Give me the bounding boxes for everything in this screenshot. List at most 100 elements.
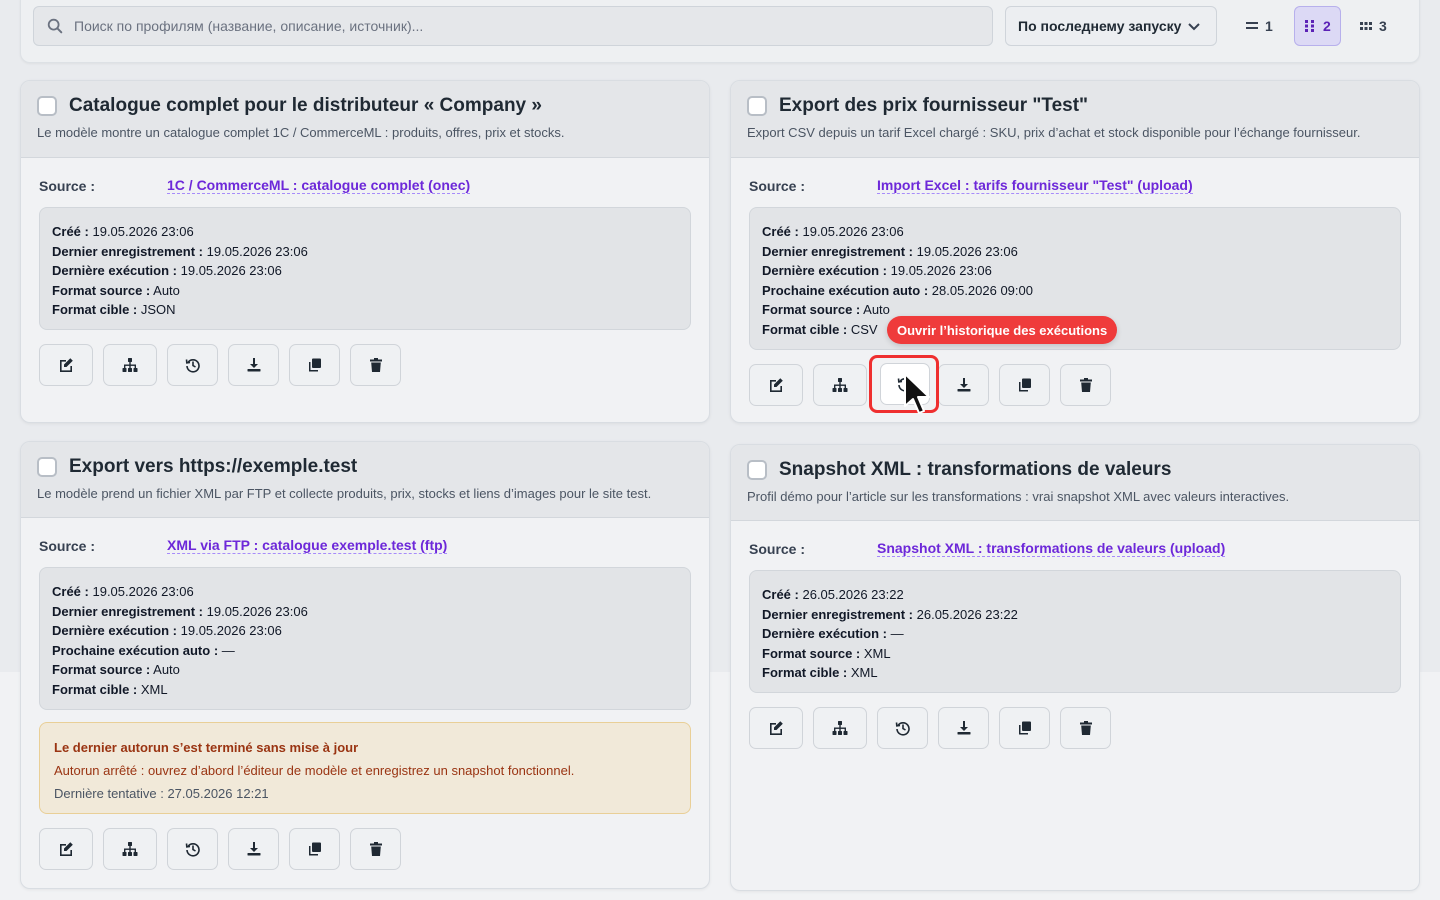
last-saved-row: Dernier enregistrement : 19.05.2026 23:0… — [52, 603, 308, 619]
source-label: Source : — [39, 537, 96, 554]
source-link[interactable]: Import Excel : tarifs fournisseur "Test"… — [877, 177, 1193, 194]
last-run-row: Dernière exécution : — — [762, 626, 904, 642]
copy-icon — [1018, 721, 1031, 735]
duplicate-button[interactable] — [289, 828, 340, 870]
target-format-row: Format cible : JSON — [52, 302, 176, 318]
source-link[interactable]: 1C / CommerceML : catalogue complet (one… — [167, 177, 471, 194]
source-label: Source : — [749, 177, 806, 194]
delete-button[interactable] — [1060, 707, 1111, 749]
edit-icon — [770, 378, 783, 392]
layout-1-column-button[interactable]: 1 — [1237, 6, 1282, 46]
delete-button[interactable] — [1060, 364, 1111, 406]
autorun-warning: Le dernier autorun s’est terminé sans mi… — [39, 722, 691, 814]
card-header: Export des prix fournisseur "Test" Expor… — [731, 81, 1419, 158]
last-run-row: Dernière exécution : 19.05.2026 23:06 — [52, 623, 282, 639]
source-format-row: Format source : Auto — [52, 282, 180, 298]
history-button[interactable] — [167, 828, 218, 870]
last-saved-row: Dernier enregistrement : 26.05.2026 23:2… — [762, 606, 1018, 622]
edit-button[interactable] — [749, 707, 803, 749]
history-button[interactable] — [877, 707, 928, 749]
source-link[interactable]: XML via FTP : catalogue exemple.test (ft… — [167, 537, 448, 554]
download-icon — [247, 842, 260, 856]
source-label: Source : — [749, 540, 806, 557]
download-icon — [247, 358, 260, 372]
source-link[interactable]: Snapshot XML : transformations de valeur… — [877, 540, 1226, 557]
download-button[interactable] — [228, 828, 279, 870]
created-row: Créé : 26.05.2026 23:22 — [762, 587, 904, 602]
profile-card: Export des prix fournisseur "Test" Expor… — [730, 80, 1420, 423]
source-row: Source : Snapshot XML : transformations … — [731, 540, 1419, 557]
profile-card: Catalogue complet pour le distributeur «… — [20, 80, 710, 423]
download-button[interactable] — [228, 344, 279, 386]
card-select-checkbox[interactable] — [37, 96, 57, 116]
card-actions — [731, 364, 1419, 406]
source-row: Source : Import Excel : tarifs fournisse… — [731, 177, 1419, 194]
download-button[interactable] — [938, 707, 989, 749]
history-button[interactable] — [167, 344, 218, 386]
edit-button[interactable] — [749, 364, 803, 406]
card-description: Le modèle montre un catalogue complet 1C… — [37, 125, 565, 140]
card-select-checkbox[interactable] — [747, 460, 767, 480]
list-1-col-icon — [1246, 22, 1258, 29]
card-details: Créé : 19.05.2026 23:06 Dernier enregist… — [39, 207, 691, 330]
copy-icon — [308, 842, 321, 856]
card-select-checkbox[interactable] — [747, 96, 767, 116]
card-header: Export vers https://exemple.test Le modè… — [21, 442, 709, 518]
grid-2-col-icon — [1305, 20, 1314, 32]
card-title: Export des prix fournisseur "Test" — [779, 95, 1089, 116]
history-icon — [895, 722, 910, 736]
created-row: Créé : 19.05.2026 23:06 — [762, 224, 904, 239]
edit-icon — [770, 721, 783, 735]
card-title: Export vers https://exemple.test — [69, 456, 358, 477]
delete-button[interactable] — [350, 344, 401, 386]
sitemap-icon — [122, 842, 138, 856]
structure-button[interactable] — [813, 707, 867, 749]
cursor-icon — [904, 373, 930, 414]
structure-button[interactable] — [103, 344, 157, 386]
edit-button[interactable] — [39, 344, 93, 386]
card-select-checkbox[interactable] — [37, 457, 57, 477]
download-button[interactable] — [938, 364, 989, 406]
sort-select[interactable]: По последнему запуску — [1005, 6, 1217, 46]
duplicate-button[interactable] — [999, 707, 1050, 749]
structure-button[interactable] — [103, 828, 157, 870]
download-icon — [957, 721, 970, 735]
duplicate-button[interactable] — [289, 344, 340, 386]
card-title: Catalogue complet pour le distributeur «… — [69, 95, 542, 116]
layout-2-column-button[interactable]: 2 — [1294, 6, 1341, 46]
structure-button[interactable] — [813, 364, 867, 406]
layout-3-column-button[interactable]: 3 — [1351, 6, 1396, 46]
card-description: Le modèle prend un fichier XML par FTP e… — [37, 486, 652, 501]
profile-card: Snapshot XML : transformations de valeur… — [730, 444, 1420, 891]
last-run-row: Dernière exécution : 19.05.2026 23:06 — [52, 263, 282, 279]
layout-1-column-label: 1 — [1265, 18, 1273, 34]
card-actions — [21, 344, 709, 386]
warning-text: Autorun arrêté : ouvrez d’abord l’éditeu… — [54, 763, 575, 778]
edit-icon — [60, 842, 73, 856]
edit-button[interactable] — [39, 828, 93, 870]
copy-icon — [1018, 378, 1031, 392]
layout-3-column-label: 3 — [1379, 18, 1387, 34]
edit-icon — [60, 358, 73, 372]
trash-icon — [1079, 721, 1092, 735]
card-description: Export CSV depuis un tarif Excel chargé … — [747, 125, 1361, 140]
sort-select-value: По последнему запуску — [1018, 18, 1182, 34]
delete-button[interactable] — [350, 828, 401, 870]
source-format-row: Format source : Auto — [52, 662, 180, 678]
target-format-row: Format cible : XML — [762, 665, 878, 681]
card-details: Créé : 26.05.2026 23:22 Dernier enregist… — [749, 570, 1401, 693]
card-description: Profil démo pour l’article sur les trans… — [747, 489, 1290, 504]
sitemap-icon — [832, 721, 848, 735]
trash-icon — [369, 842, 382, 856]
next-auto-run-row: Prochaine exécution auto : — — [52, 642, 235, 658]
search-input[interactable]: Поиск по профилям (название, описание, и… — [33, 6, 993, 46]
warning-title: Le dernier autorun s’est terminé sans mi… — [54, 740, 359, 755]
layout-2-column-label: 2 — [1323, 18, 1331, 34]
source-label: Source : — [39, 177, 96, 194]
warning-last-attempt: Dernière tentative : 27.05.2026 12:21 — [54, 786, 269, 801]
search-icon — [47, 18, 63, 34]
created-row: Créé : 19.05.2026 23:06 — [52, 224, 194, 239]
card-header: Catalogue complet pour le distributeur «… — [21, 81, 709, 158]
duplicate-button[interactable] — [999, 364, 1050, 406]
source-format-row: Format source : XML — [762, 645, 891, 661]
